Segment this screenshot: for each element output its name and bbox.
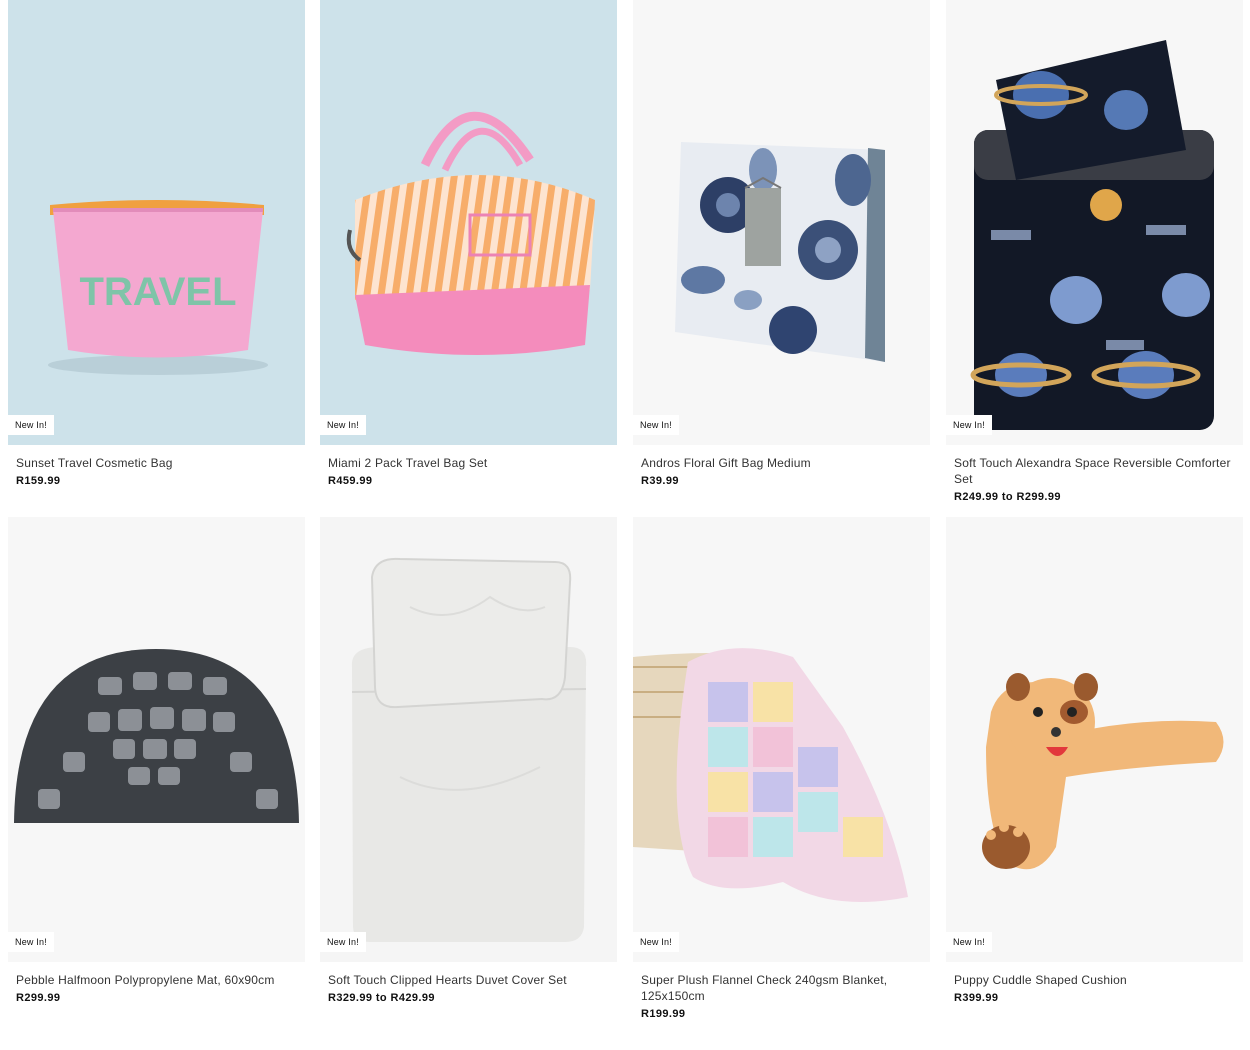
product-title[interactable]: Super Plush Flannel Check 240gsm Blanket…	[641, 972, 922, 1004]
new-in-badge: New In!	[633, 932, 679, 952]
product-image[interactable]: New In!	[8, 517, 305, 962]
cosmetic-bag-icon: TRAVEL	[8, 0, 305, 445]
blanket-icon	[633, 517, 930, 962]
product-image[interactable]: New In!	[946, 0, 1243, 445]
product-image[interactable]: New In!	[633, 517, 930, 962]
product-price: R249.99 to R299.99	[954, 491, 1061, 503]
new-in-badge: New In!	[320, 415, 366, 435]
product-price: R39.99	[641, 475, 679, 487]
product-price: R399.99	[954, 992, 999, 1004]
new-in-badge: New In!	[320, 932, 366, 952]
product-card[interactable]: TRAVEL New In! Sunset Travel Cosmetic Ba…	[8, 0, 305, 487]
new-in-badge: New In!	[8, 415, 54, 435]
product-title[interactable]: Soft Touch Alexandra Space Reversible Co…	[954, 455, 1235, 487]
new-in-badge: New In!	[8, 932, 54, 952]
new-in-badge: New In!	[946, 932, 992, 952]
product-title[interactable]: Pebble Halfmoon Polypropylene Mat, 60x90…	[16, 972, 297, 988]
bag-print-text: TRAVEL	[79, 270, 236, 314]
duvet-icon	[320, 517, 617, 962]
product-image[interactable]: New In!	[946, 517, 1243, 962]
product-title[interactable]: Sunset Travel Cosmetic Bag	[16, 455, 297, 471]
product-title[interactable]: Soft Touch Clipped Hearts Duvet Cover Se…	[328, 972, 609, 988]
product-card[interactable]: New In! Andros Floral Gift Bag Medium R3…	[633, 0, 930, 487]
new-in-badge: New In!	[946, 415, 992, 435]
product-title[interactable]: Miami 2 Pack Travel Bag Set	[328, 455, 609, 471]
gift-bag-icon	[633, 0, 930, 445]
product-image[interactable]: New In!	[320, 517, 617, 962]
product-card[interactable]: New In! Miami 2 Pack Travel Bag Set R459…	[320, 0, 617, 487]
product-title[interactable]: Andros Floral Gift Bag Medium	[641, 455, 922, 471]
cushion-icon	[946, 517, 1243, 962]
product-price: R159.99	[16, 475, 61, 487]
mat-icon	[8, 517, 305, 962]
comforter-icon	[946, 0, 1243, 445]
product-grid: TRAVEL New In! Sunset Travel Cosmetic Ba…	[0, 0, 1250, 1050]
duffel-bag-icon	[320, 0, 617, 445]
product-price: R199.99	[641, 1008, 686, 1020]
product-card[interactable]: New In! Pebble Halfmoon Polypropylene Ma…	[8, 517, 305, 1004]
product-title[interactable]: Puppy Cuddle Shaped Cushion	[954, 972, 1235, 988]
product-price: R299.99	[16, 992, 61, 1004]
product-price: R329.99 to R429.99	[328, 992, 435, 1004]
product-card[interactable]: New In! Soft Touch Alexandra Space Rever…	[946, 0, 1243, 503]
product-card[interactable]: New In! Super Plush Flannel Check 240gsm…	[633, 517, 930, 1020]
product-image[interactable]: New In!	[633, 0, 930, 445]
new-in-badge: New In!	[633, 415, 679, 435]
product-card[interactable]: New In! Puppy Cuddle Shaped Cushion R399…	[946, 517, 1243, 1004]
product-image[interactable]: TRAVEL New In!	[8, 0, 305, 445]
product-price: R459.99	[328, 475, 373, 487]
product-card[interactable]: New In! Soft Touch Clipped Hearts Duvet …	[320, 517, 617, 1004]
product-image[interactable]: New In!	[320, 0, 617, 445]
